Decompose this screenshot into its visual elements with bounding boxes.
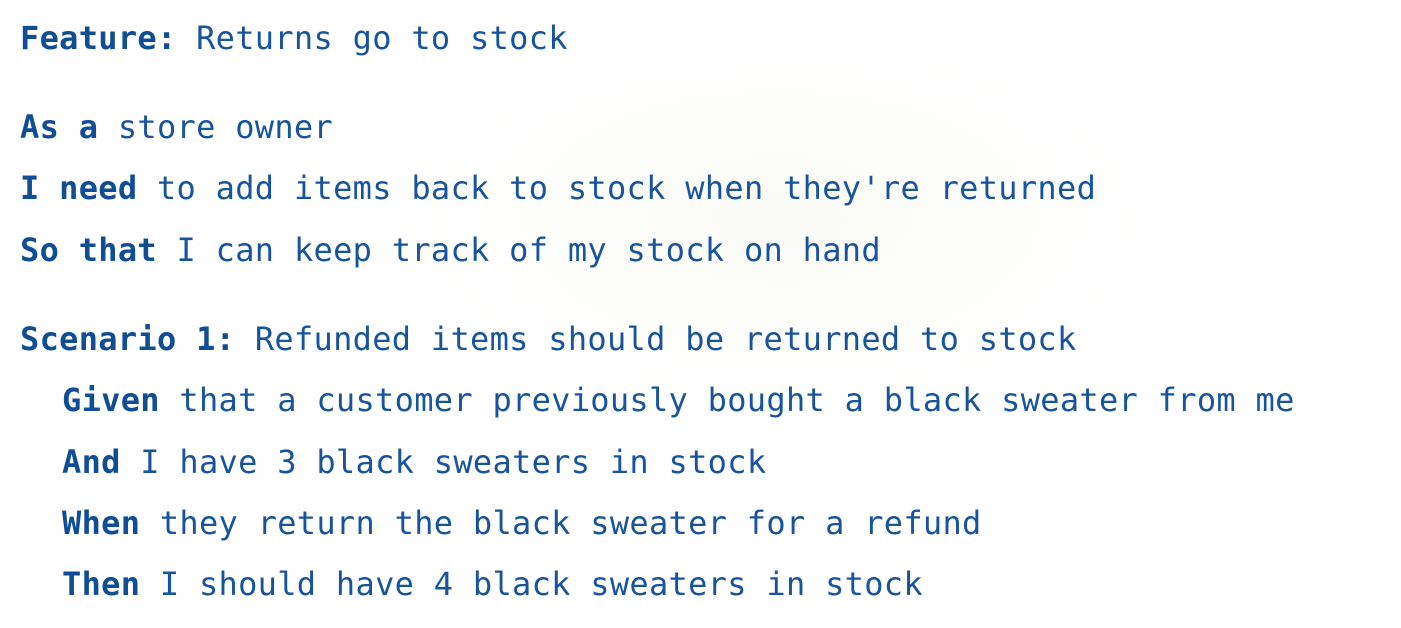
step-and: And I have 3 black sweaters in stock [62,442,766,482]
step-then: Then I should have 4 black sweaters in s… [62,564,923,604]
feature-keyword: Feature: [20,19,177,57]
step-keyword: And [62,443,121,481]
step-text: that a customer previously bought a blac… [179,381,1295,419]
scenario-keyword: Scenario 1: [20,320,236,358]
story-keyword: As a [20,108,99,146]
step-when: When they return the black sweater for a… [62,503,982,543]
story-keyword: I need [20,169,138,207]
feature-line: Feature: Returns go to stock [20,18,568,58]
step-text: they return the black sweater for a refu… [159,504,982,542]
step-keyword: When [62,504,141,542]
story-line-benefit: So that I can keep track of my stock on … [20,230,881,270]
scenario-line: Scenario 1: Refunded items should be ret… [20,319,1077,359]
story-text: I can keep track of my stock on hand [176,231,881,269]
story-line-need: I need to add items back to stock when t… [20,168,1096,208]
story-line-role: As a store owner [20,107,333,147]
step-keyword: Given [62,381,160,419]
step-given: Given that a customer previously bought … [62,380,1295,420]
story-keyword: So that [20,231,157,269]
feature-title: Returns go to stock [196,19,568,57]
story-text: to add items back to stock when they're … [156,169,1097,207]
step-text: I have 3 black sweaters in stock [140,443,767,481]
gherkin-document: Feature: Returns go to stock As a store … [0,0,1401,628]
step-text: I should have 4 black sweaters in stock [159,565,923,603]
story-text: store owner [117,108,334,146]
step-keyword: Then [62,565,141,603]
scenario-title: Refunded items should be returned to sto… [254,320,1077,358]
